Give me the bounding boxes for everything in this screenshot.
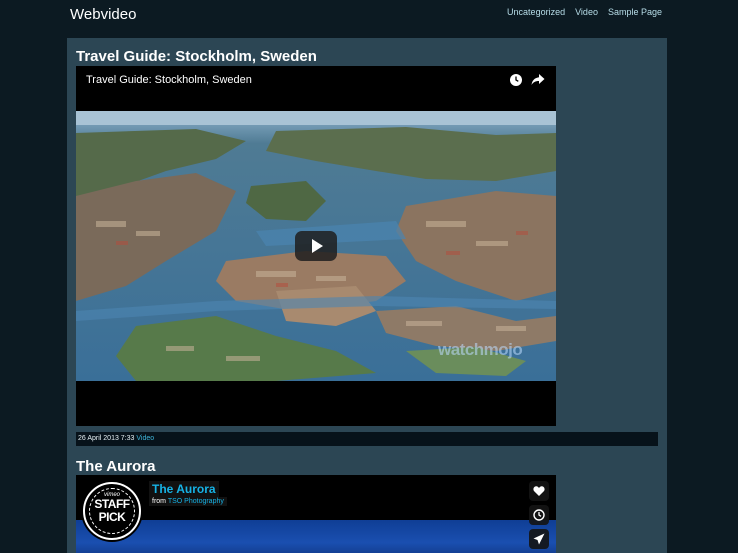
byline-from: from bbox=[152, 498, 166, 505]
video-thumbnail bbox=[76, 520, 556, 553]
staff-pick-badge[interactable]: vimeo STAFF PICK bbox=[83, 482, 141, 540]
watermark-logo: watchmojo bbox=[438, 340, 523, 359]
badge-line1: STAFF bbox=[94, 497, 130, 511]
post-meta: 26 April 2013 7:33 Video bbox=[76, 432, 658, 446]
content-area: Travel Guide: Stockholm, Sweden Travel G… bbox=[67, 38, 667, 553]
player-title[interactable]: Travel Guide: Stockholm, Sweden bbox=[86, 74, 252, 86]
badge-line2: PICK bbox=[98, 510, 126, 524]
post-category-link[interactable]: Video bbox=[136, 435, 154, 442]
watch-later-button[interactable] bbox=[529, 505, 549, 525]
author-link[interactable]: TSO Photography bbox=[168, 498, 224, 505]
send-icon bbox=[533, 533, 545, 545]
player-byline: from TSO Photography bbox=[149, 497, 227, 506]
vimeo-player[interactable]: vimeo STAFF PICK The Aurora from TSO Pho… bbox=[76, 475, 556, 553]
player-title[interactable]: The Aurora bbox=[149, 481, 219, 497]
nav-item-uncategorized[interactable]: Uncategorized bbox=[507, 7, 565, 17]
nav-item-video[interactable]: Video bbox=[575, 7, 598, 17]
nav-item-sample-page[interactable]: Sample Page bbox=[608, 7, 662, 17]
post-date[interactable]: 26 April 2013 7:33 bbox=[78, 435, 134, 442]
clock-icon bbox=[533, 509, 545, 521]
share-icon[interactable] bbox=[531, 73, 545, 86]
like-button[interactable] bbox=[529, 481, 549, 501]
post-title[interactable]: The Aurora bbox=[76, 458, 155, 475]
main-nav: Uncategorized Video Sample Page bbox=[507, 7, 662, 17]
share-button[interactable] bbox=[529, 529, 549, 549]
player-header: Travel Guide: Stockholm, Sweden bbox=[76, 66, 556, 110]
youtube-player[interactable]: Travel Guide: Stockholm, Sweden watchmoj… bbox=[76, 66, 556, 426]
site-title[interactable]: Webvideo bbox=[70, 6, 136, 23]
heart-icon bbox=[533, 486, 545, 496]
play-button[interactable] bbox=[295, 231, 337, 261]
clock-icon[interactable] bbox=[510, 74, 522, 86]
post-title[interactable]: Travel Guide: Stockholm, Sweden bbox=[76, 48, 317, 65]
